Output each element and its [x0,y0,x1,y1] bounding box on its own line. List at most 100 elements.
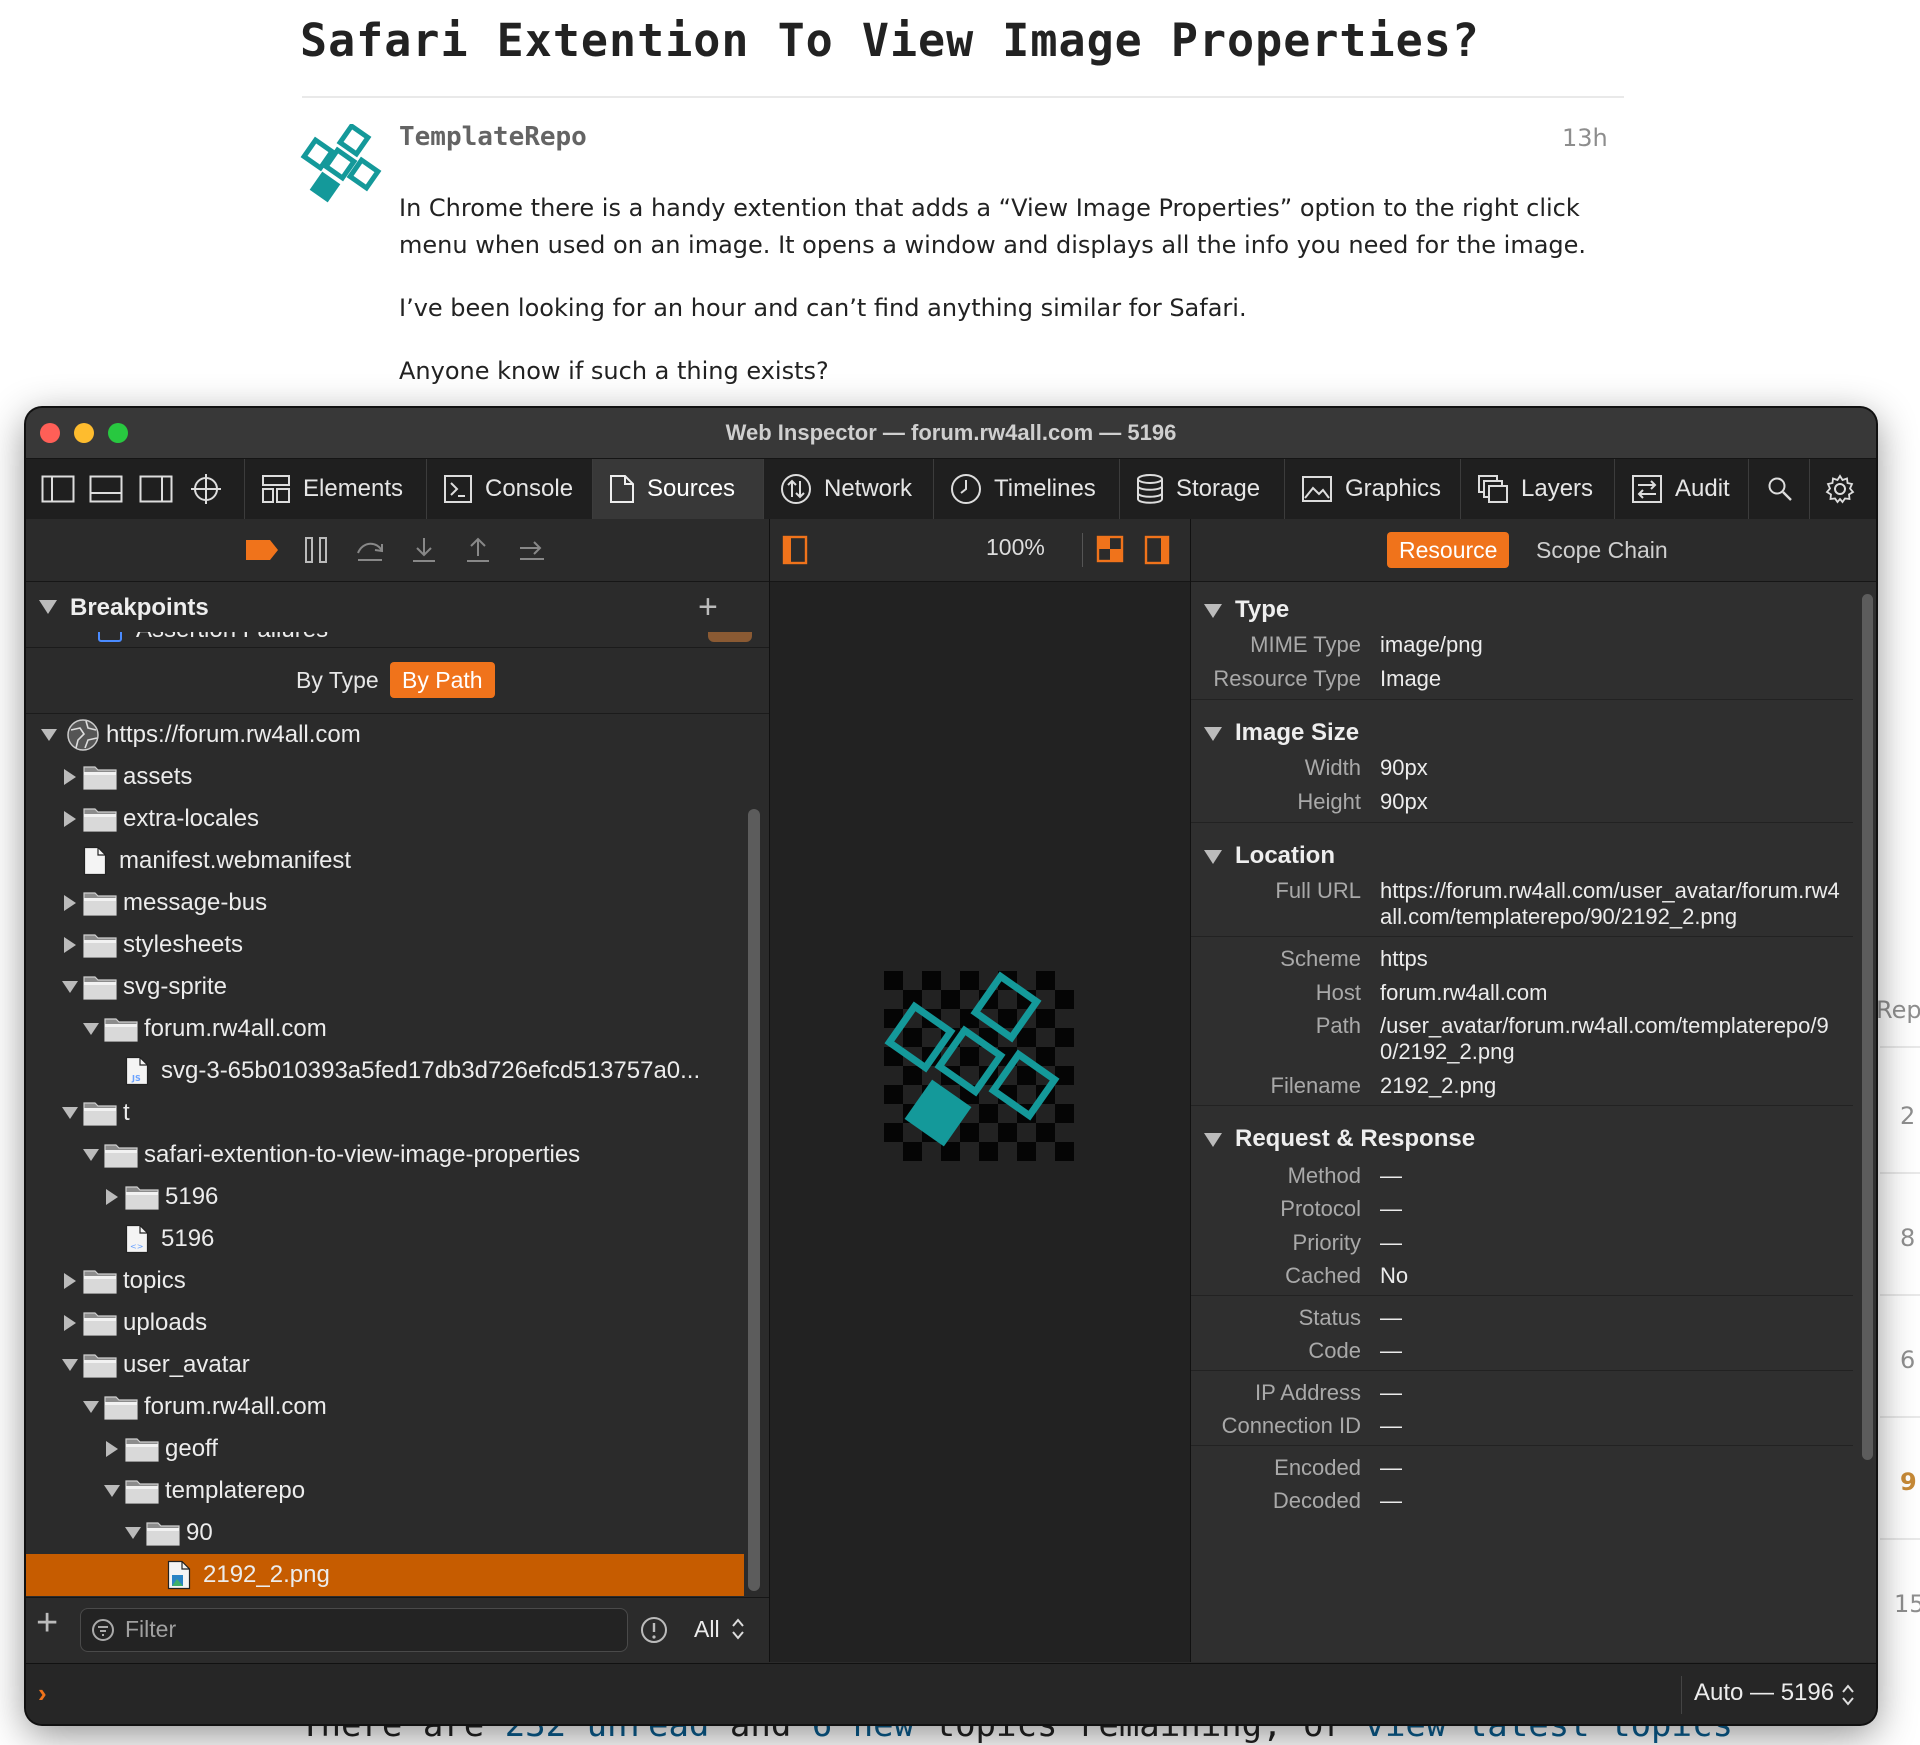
disclosure-down-icon[interactable] [61,1358,79,1372]
disclosure-right-icon[interactable] [105,1440,119,1458]
disclosure-right-icon[interactable] [105,1188,119,1206]
tree-folder-item[interactable]: templaterepo [26,1470,744,1512]
tree-folder-item[interactable]: stylesheets [26,924,744,966]
tab-audit[interactable]: Audit [1615,459,1749,519]
breakpoints-section-header[interactable]: Breakpoints + [26,582,769,634]
disclosure-down-icon[interactable] [82,1148,100,1162]
step-over-icon[interactable] [352,532,388,568]
tree-folder-item[interactable]: message-bus [26,882,744,924]
tree-folder-item[interactable]: geoff [26,1428,744,1470]
user-avatar[interactable] [300,124,384,208]
detail-value[interactable]: — [1380,1163,1840,1189]
step-into-icon[interactable] [406,532,442,568]
disclosure-right-icon[interactable] [63,810,77,828]
detail-value[interactable]: — [1380,1196,1840,1222]
transparency-grid-icon[interactable] [1096,535,1124,563]
execution-context-select[interactable]: Auto — 5196 [1694,1679,1834,1707]
topic-title[interactable]: Safari Extention To View Image Propertie… [300,14,1480,67]
details-section-header[interactable]: Request & Response [1191,1115,1853,1165]
tab-storage[interactable]: Storage [1120,459,1285,519]
detail-value[interactable]: — [1380,1338,1840,1364]
tree-folder-item[interactable]: forum.rw4all.com [26,1386,744,1428]
tree-file-item[interactable]: <> 5196 [26,1218,744,1260]
detail-value[interactable]: 90px [1380,789,1840,815]
detail-value[interactable]: forum.rw4all.com [1380,980,1840,1006]
detail-value[interactable]: — [1380,1488,1840,1514]
disclosure-down-icon[interactable] [82,1400,100,1414]
pause-icon[interactable] [298,532,334,568]
tree-file-item[interactable]: JS svg-3-65b010393a5fed17db3d726efcd51375… [26,1050,744,1092]
details-section-header[interactable]: Image Size [1191,709,1853,759]
detail-value[interactable]: image/png [1380,632,1840,658]
step-out-icon[interactable] [460,532,496,568]
post-time[interactable]: 13h [1562,124,1608,152]
detail-value[interactable]: — [1380,1455,1840,1481]
title-bar[interactable]: Web Inspector — forum.rw4all.com — 5196 [26,408,1876,458]
by-path-button[interactable]: By Path [390,662,495,698]
disclosure-down-icon[interactable] [1203,603,1223,619]
step-icon[interactable] [514,532,550,568]
tab-console[interactable]: Console [427,459,593,519]
filter-input[interactable]: Filter [80,1608,628,1652]
disclosure-down-icon[interactable] [103,1484,121,1498]
detail-value[interactable]: Image [1380,666,1840,692]
disclosure-down-icon[interactable] [1203,1132,1223,1148]
detail-value[interactable]: — [1380,1380,1840,1406]
disclosure-down-icon[interactable] [40,728,58,742]
disclosure-down-icon[interactable] [82,1022,100,1036]
disclosure-right-icon[interactable] [63,936,77,954]
tree-folder-item[interactable]: uploads [26,1302,744,1344]
dock-bottom-icon[interactable] [86,459,126,519]
tab-resource[interactable]: Resource [1387,532,1510,568]
details-section-header[interactable]: Type [1191,586,1853,636]
detail-value[interactable]: — [1380,1413,1840,1439]
search-icon[interactable] [1750,459,1810,519]
warning-filter-icon[interactable] [640,1616,668,1644]
tab-layers[interactable]: Layers [1461,459,1615,519]
detail-value[interactable]: https [1380,946,1840,972]
detail-value[interactable]: 2192_2.png [1380,1073,1840,1099]
tab-timelines[interactable]: Timelines [934,459,1120,519]
tab-graphics[interactable]: Graphics [1285,459,1461,519]
detail-value[interactable]: 90px [1380,755,1840,781]
navigator-scrollbar[interactable] [748,809,760,1591]
add-resource-button[interactable]: + [36,1602,58,1645]
details-section-header[interactable]: Location [1191,832,1853,882]
disclosure-down-icon[interactable] [1203,726,1223,742]
detail-value[interactable]: — [1380,1230,1840,1256]
tab-elements[interactable]: Elements [245,459,427,519]
tab-sources[interactable]: Sources [593,459,764,519]
breakpoints-toggle-icon[interactable] [244,532,280,568]
dock-left-icon[interactable] [38,459,78,519]
toggle-navigator-icon[interactable] [782,535,808,565]
tree-folder-item[interactable]: extra-locales [26,798,744,840]
by-type-button[interactable]: By Type [284,662,391,698]
detail-value[interactable]: /user_avatar/forum.rw4all.com/templatere… [1380,1013,1840,1065]
disclosure-down-icon[interactable] [61,980,79,994]
toggle-details-icon[interactable] [1144,535,1170,565]
tree-folder-item[interactable]: t [26,1092,744,1134]
tree-origin-item[interactable]: https://forum.rw4all.com [26,714,744,756]
tree-folder-item[interactable]: user_avatar [26,1344,744,1386]
disclosure-down-icon[interactable] [38,599,58,615]
tree-file-item[interactable]: manifest.webmanifest [26,840,744,882]
disclosure-right-icon[interactable] [63,894,77,912]
tree-folder-item[interactable]: assets [26,756,744,798]
disclosure-right-icon[interactable] [63,1314,77,1332]
quick-console[interactable]: › Auto — 5196 [26,1663,1876,1724]
details-scrollbar[interactable] [1862,594,1873,1460]
resource-scope-select[interactable]: All [694,1616,720,1643]
post-author[interactable]: TemplateRepo [399,122,587,152]
element-picker-icon[interactable] [186,459,226,519]
disclosure-down-icon[interactable] [61,1106,79,1120]
tree-folder-item[interactable]: topics [26,1260,744,1302]
dock-right-icon[interactable] [136,459,176,519]
tree-folder-item[interactable]: svg-sprite [26,966,744,1008]
assertion-failures-row[interactable]: Assertion Failures [66,632,766,646]
tree-folder-item[interactable]: safari-extention-to-view-image-propertie… [26,1134,744,1176]
detail-value[interactable]: https://forum.rw4all.com/user_avatar/for… [1380,878,1840,930]
chevron-updown-icon[interactable] [731,1616,745,1642]
chevron-updown-icon[interactable] [1841,1682,1855,1708]
tab-scope-chain[interactable]: Scope Chain [1524,532,1680,568]
disclosure-right-icon[interactable] [63,1272,77,1290]
